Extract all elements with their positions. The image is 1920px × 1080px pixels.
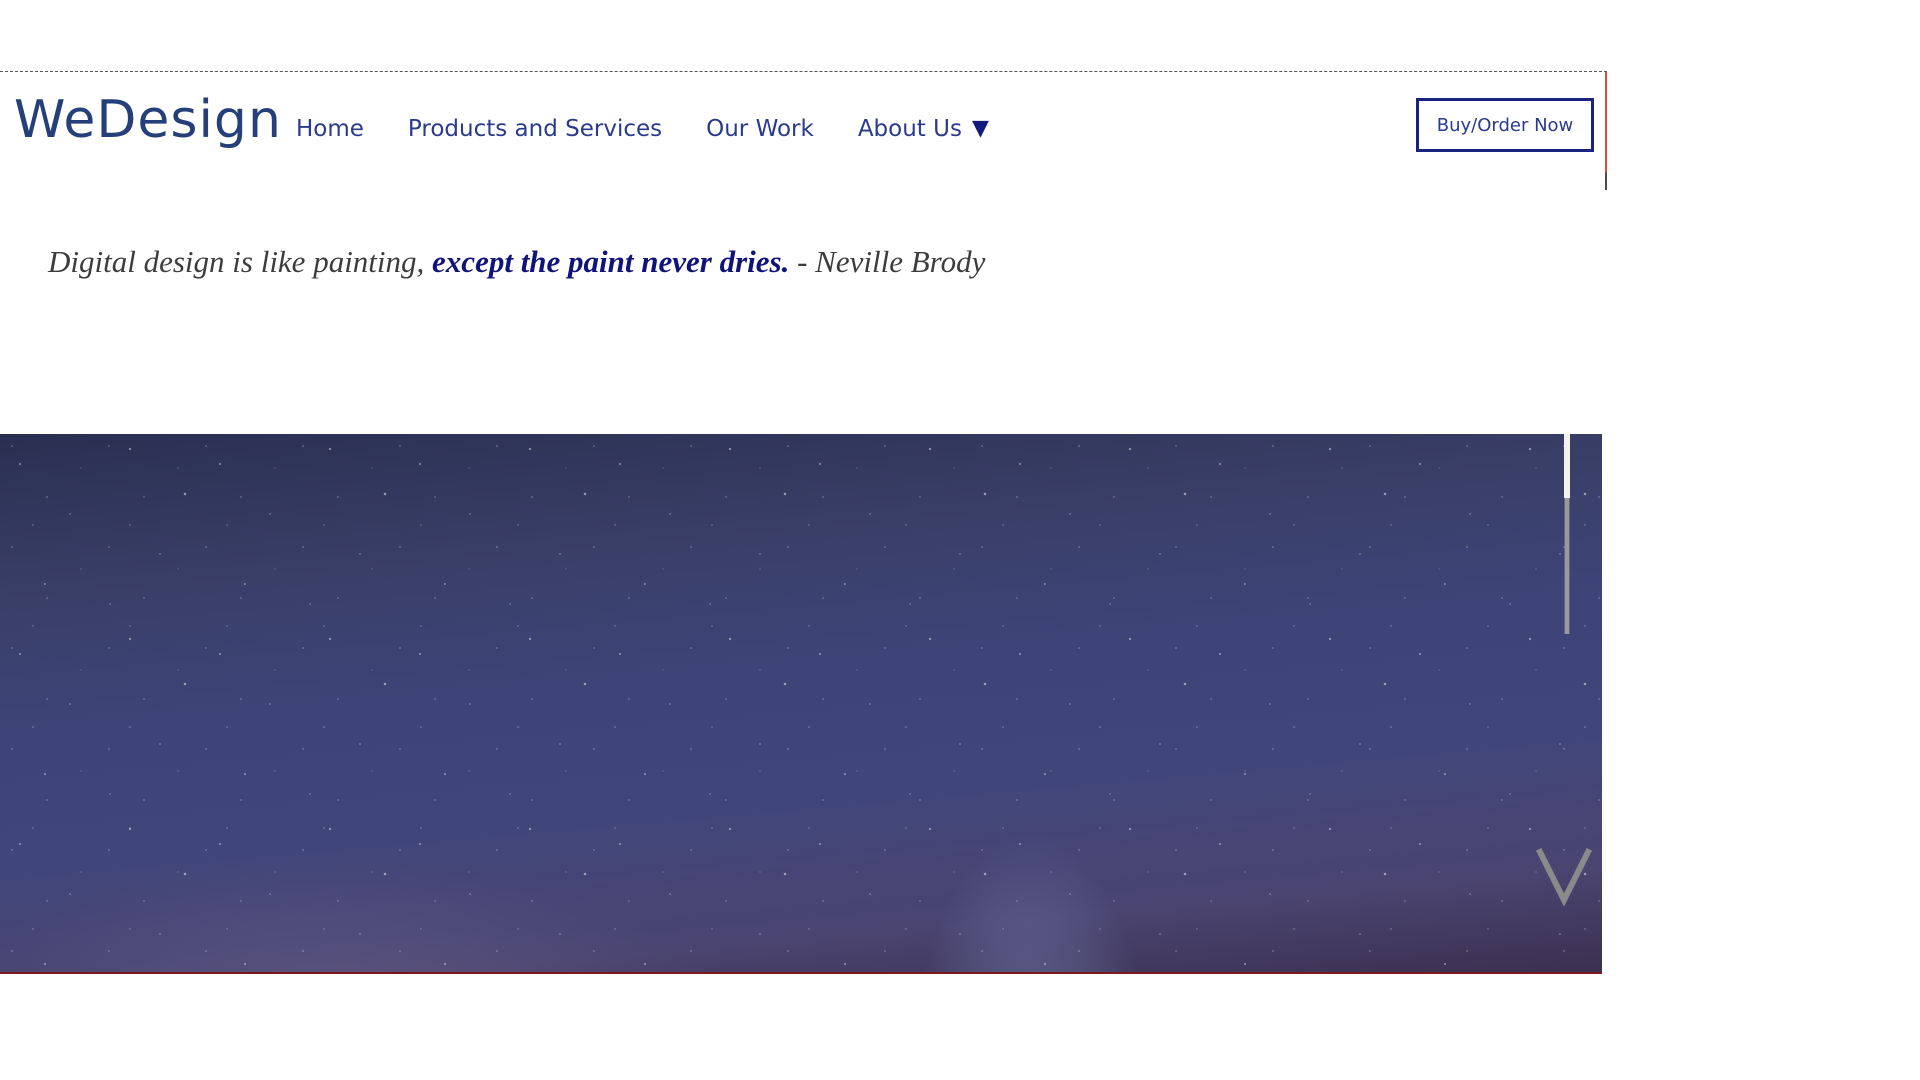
caret-down-icon: ▼: [971, 116, 989, 141]
nav-products-and-services[interactable]: Products and Services: [408, 116, 662, 142]
nav-home[interactable]: Home: [296, 116, 364, 142]
quote-author: - Neville Brody: [789, 244, 986, 279]
nav-about-us-label: About Us: [857, 116, 962, 142]
scrollbar-thumb[interactable]: [1564, 434, 1570, 498]
quote: Digital design is like painting, except …: [48, 244, 985, 280]
star-field-fine: [0, 434, 1602, 972]
logo[interactable]: WeDesign: [14, 94, 282, 146]
quote-text: Digital design is like painting,: [48, 244, 433, 279]
quote-emphasis: except the paint never dries.: [432, 244, 790, 279]
scrollbar[interactable]: [1564, 434, 1570, 634]
buy-order-now-button[interactable]: Buy/Order Now: [1416, 98, 1594, 152]
nav-about-us[interactable]: About Us ▼: [858, 116, 989, 142]
main-nav: Home Products and Services Our Work Abou…: [296, 116, 989, 142]
chevron-down-icon[interactable]: [1534, 846, 1594, 907]
nav-our-work[interactable]: Our Work: [706, 116, 814, 142]
hero-image-milky-way: [0, 434, 1602, 974]
scrollbar-track-lower: [1565, 498, 1569, 634]
site-header: WeDesign Home Products and Services Our …: [0, 72, 1607, 190]
header-edge-line: [1605, 72, 1607, 190]
